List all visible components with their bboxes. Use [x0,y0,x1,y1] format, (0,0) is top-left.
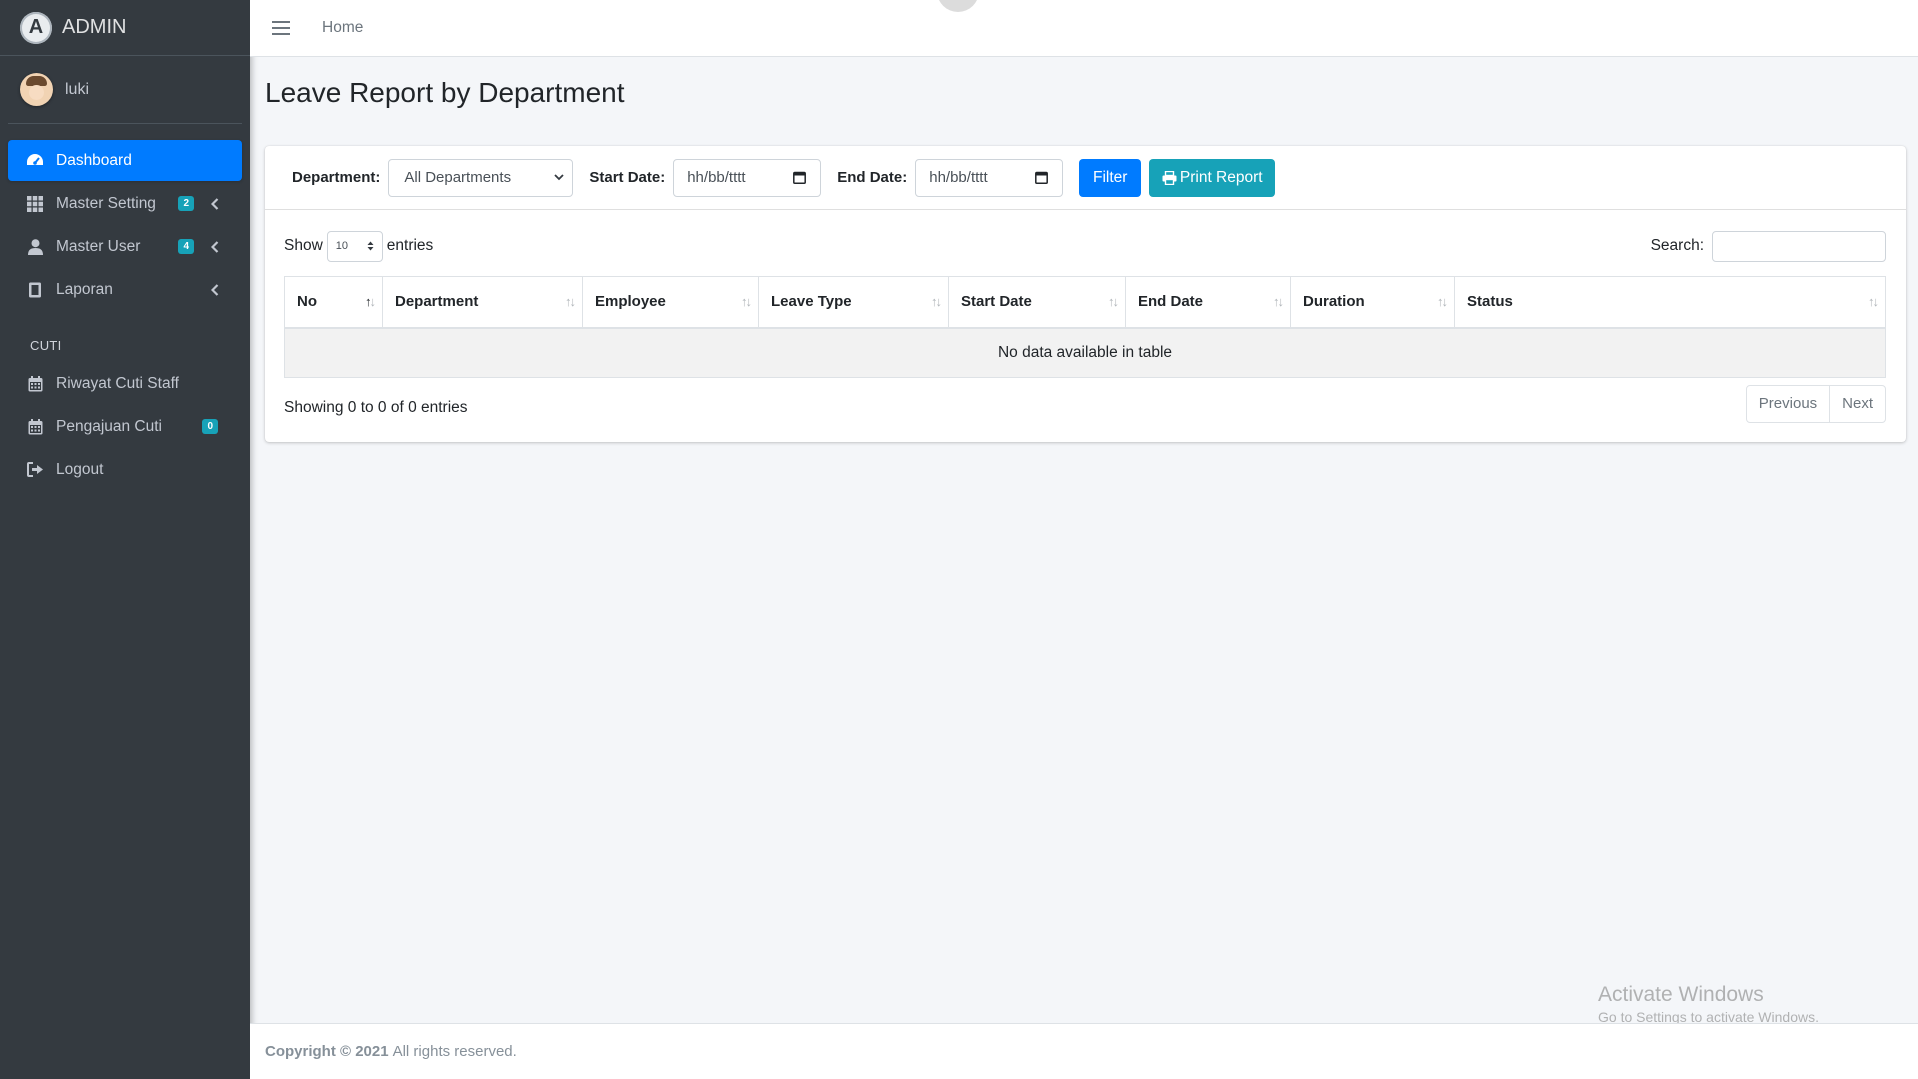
count-badge: 0 [202,419,218,434]
start-date-placeholder: hh/bb/tttt [687,169,746,186]
sidebar-item-label: Logout [56,460,104,478]
main-footer: Copyright © 2021 All rights reserved. [250,1023,1918,1079]
column-header-duration[interactable]: Duration ↑↓ [1290,276,1455,329]
sort-icon: ↑↓ [1273,294,1284,309]
column-header-leave-type[interactable]: Leave Type ↑↓ [758,276,949,329]
sidebar-item-riwayat-cuti[interactable]: Riwayat Cuti Staff [8,363,242,404]
previous-page-button[interactable]: Previous [1747,386,1829,422]
print-report-label: Print Report [1179,168,1263,186]
copyright-text: Copyright © 2021 [265,1043,389,1060]
department-label: Department: [292,169,381,186]
user-icon [26,238,44,256]
grid-icon [26,195,44,213]
sidebar-item-logout[interactable]: Logout [8,449,242,490]
start-date-input[interactable]: hh/bb/tttt [673,158,822,197]
brand-link[interactable]: A ADMIN [0,0,250,56]
sidebar-item-laporan[interactable]: Laporan [8,269,242,310]
sidebar-item-master-setting[interactable]: Master Setting 2 [8,183,242,224]
report-card: Department: All Departments Start Date: … [265,146,1906,442]
print-report-button[interactable]: Print Report [1149,158,1276,197]
empty-table-message: No data available in table [284,327,1886,378]
user-panel[interactable]: luki [8,56,242,124]
start-date-label: Start Date: [589,169,666,186]
windows-activation-watermark: Activate Windows Go to Settings to activ… [1598,983,1819,1025]
brand-logo-icon: A [20,11,52,44]
calendar-picker-icon[interactable] [1035,171,1049,184]
pagination: Previous Next [1745,385,1886,423]
column-header-department[interactable]: Department ↑↓ [382,276,583,329]
book-icon [26,281,44,299]
column-header-employee[interactable]: Employee ↑↓ [582,276,759,329]
column-header-no[interactable]: No ↑↓ [284,276,383,329]
nav-home-link[interactable]: Home [322,19,363,37]
sign-out-icon [26,461,44,479]
sidebar-item-label: Laporan [56,280,113,298]
sidebar-item-pengajuan-cuti[interactable]: Pengajuan Cuti 0 [8,406,242,447]
filter-button[interactable]: Filter [1079,158,1142,197]
rights-text: All rights reserved. [392,1043,517,1060]
entries-label: entries [386,237,434,254]
hamburger-menu-icon[interactable] [272,21,290,35]
sort-icon: ↑↓ [931,294,942,309]
search-label: Search: [1650,237,1704,254]
table-search: Search: [1650,230,1886,262]
show-label: Show [284,237,323,254]
table-row: No data available in table [284,327,1886,378]
sort-asc-icon: ↑↓ [365,294,376,309]
chevron-left-icon [208,240,222,254]
sort-icon: ↑↓ [741,294,752,309]
avatar [20,73,53,106]
sidebar-item-label: Dashboard [56,151,132,169]
department-select[interactable]: All Departments [388,158,574,197]
content-wrapper: Leave Report by Department Department: A… [250,57,1918,1023]
table-info: Showing 0 to 0 of 0 entries [284,399,468,416]
loading-indicator [937,0,979,12]
brand-title: ADMIN [62,16,127,38]
column-header-end-date[interactable]: End Date ↑↓ [1125,276,1291,329]
chevron-left-icon [208,197,222,211]
sidebar-item-label: Master User [56,237,141,255]
top-navbar: Home [250,0,1918,57]
count-badge: 2 [178,196,194,211]
sort-icon: ↑↓ [1108,294,1119,309]
sidebar-item-label: Pengajuan Cuti [56,417,162,435]
page-length-value: 10 [335,240,349,252]
page-length-select[interactable]: 10 [326,230,383,262]
column-header-start-date[interactable]: Start Date ↑↓ [948,276,1126,329]
leave-report-table: No ↑↓ Department ↑↓ Employee ↑↓ Leave Type ↑… [284,276,1886,378]
sidebar-item-master-user[interactable]: Master User 4 [8,226,242,267]
main-sidebar: A ADMIN luki Dashboard Master Setting 2 [0,0,250,1079]
user-name: luki [65,80,90,98]
sort-icon: ↑↓ [1868,294,1879,309]
watermark-title: Activate Windows [1598,983,1764,1006]
sidebar-nav: Dashboard Master Setting 2 Master User 4 [0,140,250,490]
sidebar-item-label: Riwayat Cuti Staff [56,374,179,392]
datatable-wrapper: Show 10 entries Search: No ↑↓ Department… [265,210,1906,442]
print-icon [1162,170,1177,185]
calendar-picker-icon[interactable] [793,171,807,184]
sort-updown-icon [367,241,374,251]
next-page-button[interactable]: Next [1829,386,1885,422]
end-date-placeholder: hh/bb/tttt [929,169,988,186]
search-input[interactable] [1712,230,1886,262]
page-title: Leave Report by Department [265,77,625,108]
count-badge: 4 [178,239,194,254]
table-header-row: No ↑↓ Department ↑↓ Employee ↑↓ Leave Type ↑… [284,276,1886,329]
column-header-status[interactable]: Status ↑↓ [1454,276,1886,329]
sidebar-section-header: CUTI [30,338,62,353]
sort-icon: ↑↓ [1437,294,1448,309]
chevron-left-icon [208,283,222,297]
sidebar-item-dashboard[interactable]: Dashboard [8,140,242,181]
end-date-label: End Date: [837,169,908,186]
table-length-control: Show 10 entries [284,230,434,262]
tachometer-icon [26,152,44,170]
end-date-input[interactable]: hh/bb/tttt [915,158,1064,197]
sort-icon: ↑↓ [565,294,576,309]
calendar-icon [26,418,44,436]
calendar-icon [26,375,44,393]
department-select-value: All Departments [404,169,512,186]
chevron-down-icon [554,174,564,181]
sidebar-item-label: Master Setting [56,194,156,212]
filter-bar: Department: All Departments Start Date: … [265,146,1906,210]
